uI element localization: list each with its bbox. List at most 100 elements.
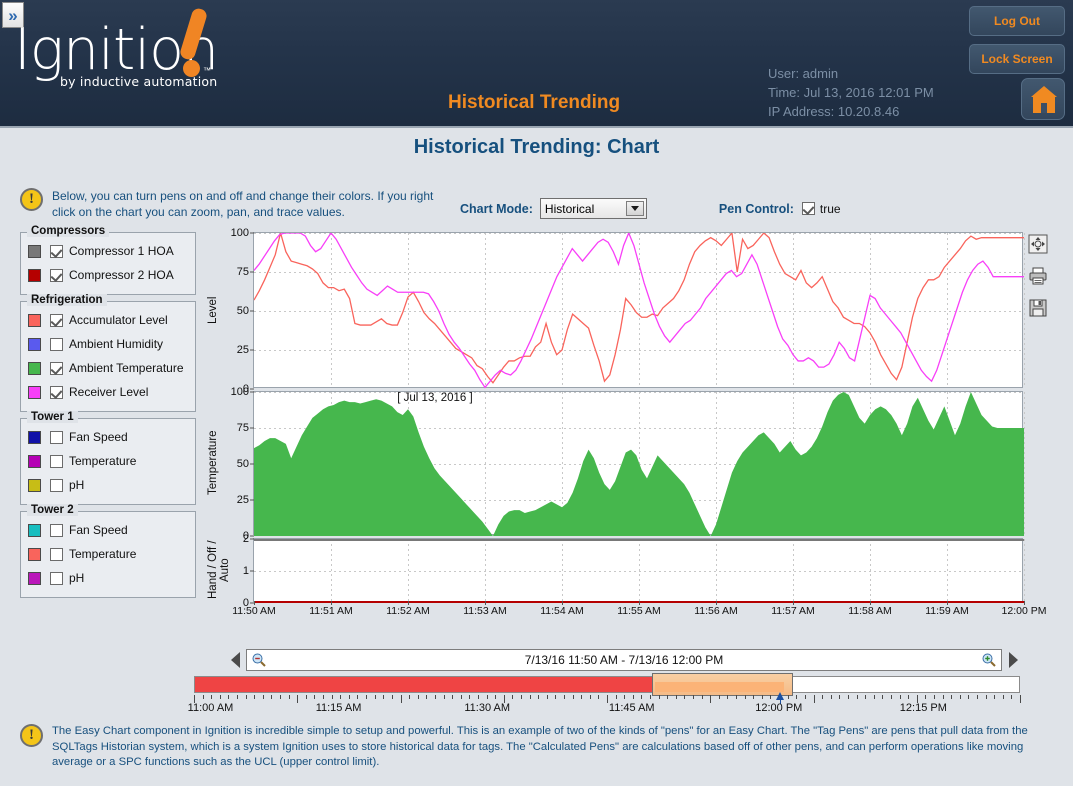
timeline-scrubber[interactable]: 11:00 AM 11:15 AM 11:30 AM 11:45 AM 12:00 PM… xyxy=(188,673,1021,714)
pen-group-title: Tower 1 xyxy=(27,411,78,423)
pen-label: Compressor 1 HOA xyxy=(69,244,174,258)
pen-color-swatch[interactable] xyxy=(28,313,41,327)
timeline-track[interactable] xyxy=(194,676,1020,693)
pen-enable-checkbox[interactable] xyxy=(50,337,63,351)
pen-row[interactable]: Temperature xyxy=(28,542,188,566)
magnifier-plus-icon[interactable] xyxy=(981,652,997,668)
pen-color-swatch[interactable] xyxy=(28,454,41,468)
page-title: Historical Trending: Chart xyxy=(413,136,660,158)
bottom-help-note: ! The Easy Chart component in Ignition i… xyxy=(20,724,1060,771)
chevron-down-icon[interactable] xyxy=(625,201,644,216)
pen-enable-checkbox[interactable] xyxy=(50,244,63,258)
time-range-selector: 7/13/16 11:50 AM - 7/13/16 12:00 PM xyxy=(228,648,1020,672)
pen-label: Temperature xyxy=(69,547,137,561)
pen-color-swatch[interactable] xyxy=(28,547,41,561)
y-tick-label: 50 xyxy=(236,458,249,470)
log-out-button[interactable]: Log Out xyxy=(969,6,1065,36)
pen-row[interactable]: Temperature xyxy=(28,449,188,473)
chart-panel-3[interactable]: 0 1 2 11:50 AM 11:51 AM 11:52 AM 11:53 AM 11:54… xyxy=(232,533,1046,617)
pen-row[interactable]: Fan Speed xyxy=(28,425,188,449)
x-tick-label: 11:53 AM xyxy=(463,605,507,617)
pen-color-swatch[interactable] xyxy=(28,244,41,258)
y-tick-label: 75 xyxy=(236,422,249,434)
pen-color-swatch[interactable] xyxy=(28,430,41,444)
pen-color-swatch[interactable] xyxy=(28,478,41,492)
range-prev-button[interactable] xyxy=(228,652,242,668)
pen-control-checkbox[interactable] xyxy=(801,202,815,215)
pen-label: pH xyxy=(69,571,85,585)
pen-color-swatch[interactable] xyxy=(28,268,41,282)
timeline-selection-handle[interactable] xyxy=(652,673,793,696)
easy-chart[interactable]: Level 0 25 50 75 100 Temperature 0 25 50 75 100 Hand… xyxy=(203,227,1046,642)
pen-row[interactable]: Ambient Humidity xyxy=(28,332,188,356)
timeline-tick-label: 11:00 AM xyxy=(187,702,234,714)
trademark-symbol: ™ xyxy=(203,66,211,75)
fit-to-window-icon[interactable] xyxy=(1028,234,1048,254)
chart-mode-label: Chart Mode: xyxy=(460,201,533,216)
y-tick-label: 75 xyxy=(236,266,249,278)
app-header: » Ignition by inductive automation ™ His… xyxy=(0,0,1073,128)
chart-series-layer xyxy=(254,233,1024,389)
chart-series-layer xyxy=(254,392,1024,536)
timeline-tick-label: 11:15 AM xyxy=(315,702,362,714)
y-axis-title: Hand / Off / Auto xyxy=(207,540,231,600)
x-tick-label: 11:55 AM xyxy=(617,605,661,617)
info-icon: ! xyxy=(20,188,43,211)
save-icon[interactable] xyxy=(1028,298,1048,318)
home-button[interactable] xyxy=(1021,78,1065,120)
timeline-tick-label: 11:30 AM xyxy=(464,702,511,714)
chart-mode-select[interactable]: Historical xyxy=(539,198,647,219)
pen-color-swatch[interactable] xyxy=(28,361,41,375)
chart-panel-1[interactable]: 0 25 50 75 100 xyxy=(231,227,1025,395)
pen-row[interactable]: Ambient Temperature xyxy=(28,356,188,380)
pen-color-swatch[interactable] xyxy=(28,571,41,585)
info-icon: ! xyxy=(20,724,43,747)
header-banner-title: Historical Trending xyxy=(448,92,621,113)
y-tick-label: 2 xyxy=(242,533,249,545)
pen-row[interactable]: Compressor 1 HOA xyxy=(28,239,188,263)
magnifier-minus-icon[interactable] xyxy=(251,652,267,668)
x-tick-label: 11:57 AM xyxy=(771,605,815,617)
pen-color-swatch[interactable] xyxy=(28,523,41,537)
range-next-button[interactable] xyxy=(1006,652,1020,668)
chart-panel-2[interactable]: 0 25 50 75 100 xyxy=(231,386,1025,542)
pen-row[interactable]: pH xyxy=(28,473,188,497)
y-tick-label: 50 xyxy=(236,305,249,317)
pen-label: Fan Speed xyxy=(69,430,128,444)
pen-row[interactable]: pH xyxy=(28,566,188,590)
pen-enable-checkbox[interactable] xyxy=(50,547,63,561)
pen-group-tower-2: Tower 2 Fan Speed Temperature pH xyxy=(20,504,196,598)
pen-enable-checkbox[interactable] xyxy=(50,361,63,375)
pen-enable-checkbox[interactable] xyxy=(50,313,63,327)
pen-enable-checkbox[interactable] xyxy=(50,523,63,537)
range-display[interactable]: 7/13/16 11:50 AM - 7/13/16 12:00 PM xyxy=(246,649,1002,671)
chart-x-axis-label: [ Jul 13, 2016 ] xyxy=(397,392,473,404)
x-tick-label: 12:00 PM xyxy=(1001,605,1047,617)
pen-enable-checkbox[interactable] xyxy=(50,478,63,492)
pen-color-swatch[interactable] xyxy=(28,385,41,399)
pen-group-compressors: Compressors Compressor 1 HOA Compressor 2 … xyxy=(20,225,196,295)
pen-enable-checkbox[interactable] xyxy=(50,571,63,585)
pen-enable-checkbox[interactable] xyxy=(50,454,63,468)
lock-screen-button[interactable]: Lock Screen xyxy=(969,44,1065,74)
pen-row[interactable]: Accumulator Level xyxy=(28,308,188,332)
pen-group-title: Tower 2 xyxy=(27,504,78,516)
pen-row[interactable]: Compressor 2 HOA xyxy=(28,263,188,287)
x-tick-label: 11:51 AM xyxy=(309,605,353,617)
x-tick-label: 11:56 AM xyxy=(694,605,738,617)
pen-row[interactable]: Fan Speed xyxy=(28,518,188,542)
timeline-loaded-fill xyxy=(195,677,653,692)
range-text: 7/13/16 11:50 AM - 7/13/16 12:00 PM xyxy=(524,653,724,667)
pen-enable-checkbox[interactable] xyxy=(50,430,63,444)
y-tick-label: 25 xyxy=(236,494,249,506)
logo-exclamation-icon: ™ xyxy=(176,6,216,80)
pen-enable-checkbox[interactable] xyxy=(50,268,63,282)
user-line: User: admin xyxy=(768,66,839,81)
pen-color-swatch[interactable] xyxy=(28,337,41,351)
pen-label: Fan Speed xyxy=(69,523,128,537)
pen-group-tower-1: Tower 1 Fan Speed Temperature pH xyxy=(20,411,196,505)
top-help-text: Below, you can turn pens on and off and … xyxy=(52,189,434,219)
bottom-help-text: The Easy Chart component in Ignition is … xyxy=(52,725,1028,768)
print-icon[interactable] xyxy=(1028,266,1048,286)
pen-control-value: true xyxy=(819,201,841,216)
